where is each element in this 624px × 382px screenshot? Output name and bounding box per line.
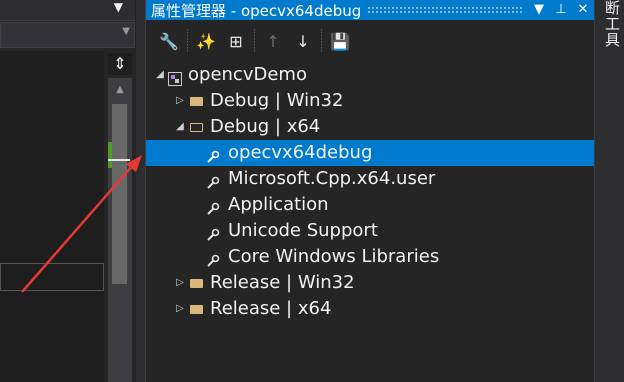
tree-item-config[interactable]: ◢ Debug | x64: [146, 114, 594, 140]
panel-title-bar[interactable]: 属性管理器 - opecvx64debug ▼ ⊥ ✕: [146, 0, 594, 20]
panel-splitter[interactable]: [136, 0, 145, 382]
toolbar-separator: [321, 29, 322, 53]
chevron-down-icon[interactable]: ▼: [114, 0, 123, 14]
property-tree: ◢ opencvDemo ▷ Debug | Win32 ◢ Debug | x…: [146, 62, 594, 322]
property-manager-panel: 属性管理器 - opecvx64debug ▼ ⊥ ✕ 🔧 ✨ ⊞ ↑ ↓ 💾 …: [145, 0, 594, 382]
chevron-down-icon[interactable]: ▼: [122, 26, 130, 37]
tree-item-property-sheet-selected[interactable]: opecvx64debug: [146, 140, 594, 166]
scroll-up-icon[interactable]: ▲: [108, 84, 132, 96]
tree-item-project[interactable]: ◢ opencvDemo: [146, 62, 594, 88]
move-up-icon[interactable]: ↑: [258, 27, 288, 55]
split-icon[interactable]: ⇕: [108, 53, 132, 75]
tree-item-property-sheet[interactable]: Application: [146, 192, 594, 218]
window-position-dropdown-icon[interactable]: ▼: [528, 0, 550, 20]
wrench-icon: [206, 146, 220, 163]
tree-item-label: Core Windows Libraries: [228, 246, 440, 267]
tree-item-label: opencvDemo: [188, 64, 307, 85]
close-icon[interactable]: ✕: [572, 0, 594, 20]
code-editor[interactable]: [0, 51, 104, 382]
pin-icon[interactable]: ⊥: [550, 0, 572, 20]
diagnostic-tools-tab[interactable]: 断工具: [602, 0, 623, 48]
tree-item-label: Debug | Win32: [210, 90, 344, 111]
folder-open-icon: [190, 120, 204, 134]
tree-item-label: opecvx64debug: [228, 142, 373, 163]
tree-item-property-sheet[interactable]: Unicode Support: [146, 218, 594, 244]
tree-item-label: Release | x64: [210, 298, 332, 319]
change-marker: [108, 142, 112, 168]
caret-marker: [108, 159, 130, 161]
collapse-icon[interactable]: ◢: [154, 62, 166, 88]
panel-title: 属性管理器 - opecvx64debug: [151, 1, 362, 20]
folder-icon: [190, 302, 204, 316]
scrollbar-thumb[interactable]: [112, 104, 127, 284]
editor-top-bar: ▼: [0, 0, 135, 21]
expand-icon[interactable]: ▷: [174, 270, 186, 296]
tree-item-label: Unicode Support: [228, 220, 378, 241]
editor-input-box[interactable]: [0, 263, 104, 291]
wrench-icon: [206, 224, 220, 241]
properties-wrench-icon[interactable]: 🔧: [154, 27, 184, 55]
panel-toolbar: 🔧 ✨ ⊞ ↑ ↓ 💾: [146, 24, 594, 58]
expand-icon[interactable]: ▷: [174, 88, 186, 114]
folder-icon: [190, 94, 204, 108]
expand-icon[interactable]: ▷: [174, 296, 186, 322]
drag-handle[interactable]: [367, 6, 522, 14]
collapse-icon[interactable]: ◢: [174, 114, 186, 140]
tree-item-config[interactable]: ▷ Release | x64: [146, 296, 594, 322]
add-existing-property-sheet-icon[interactable]: ⊞: [221, 27, 251, 55]
vertical-scrollbar[interactable]: ▲: [108, 78, 132, 382]
tree-item-label: Debug | x64: [210, 116, 321, 137]
tree-item-label: Microsoft.Cpp.x64.user: [228, 168, 436, 189]
add-new-property-sheet-icon[interactable]: ✨: [191, 27, 221, 55]
tree-item-label: Release | Win32: [210, 272, 355, 293]
save-icon[interactable]: 💾: [325, 27, 355, 55]
project-icon: [168, 68, 182, 86]
wrench-icon: [206, 172, 220, 189]
folder-icon: [190, 276, 204, 290]
wrench-icon: [206, 198, 220, 215]
right-tool-strip: 断工具: [594, 0, 624, 382]
tree-item-property-sheet[interactable]: Core Windows Libraries: [146, 244, 594, 270]
wrench-icon: [206, 250, 220, 267]
move-down-icon[interactable]: ↓: [288, 27, 318, 55]
tree-item-config[interactable]: ▷ Debug | Win32: [146, 88, 594, 114]
toolbar-separator: [254, 29, 255, 53]
tree-item-label: Application: [228, 194, 329, 215]
editor-dropdown[interactable]: ▼: [0, 22, 135, 48]
tree-item-property-sheet[interactable]: Microsoft.Cpp.x64.user: [146, 166, 594, 192]
editor-pane: ▼ ▼ ⇕ ▲: [0, 0, 145, 382]
toolbar-separator: [187, 29, 188, 53]
tree-item-config[interactable]: ▷ Release | Win32: [146, 270, 594, 296]
